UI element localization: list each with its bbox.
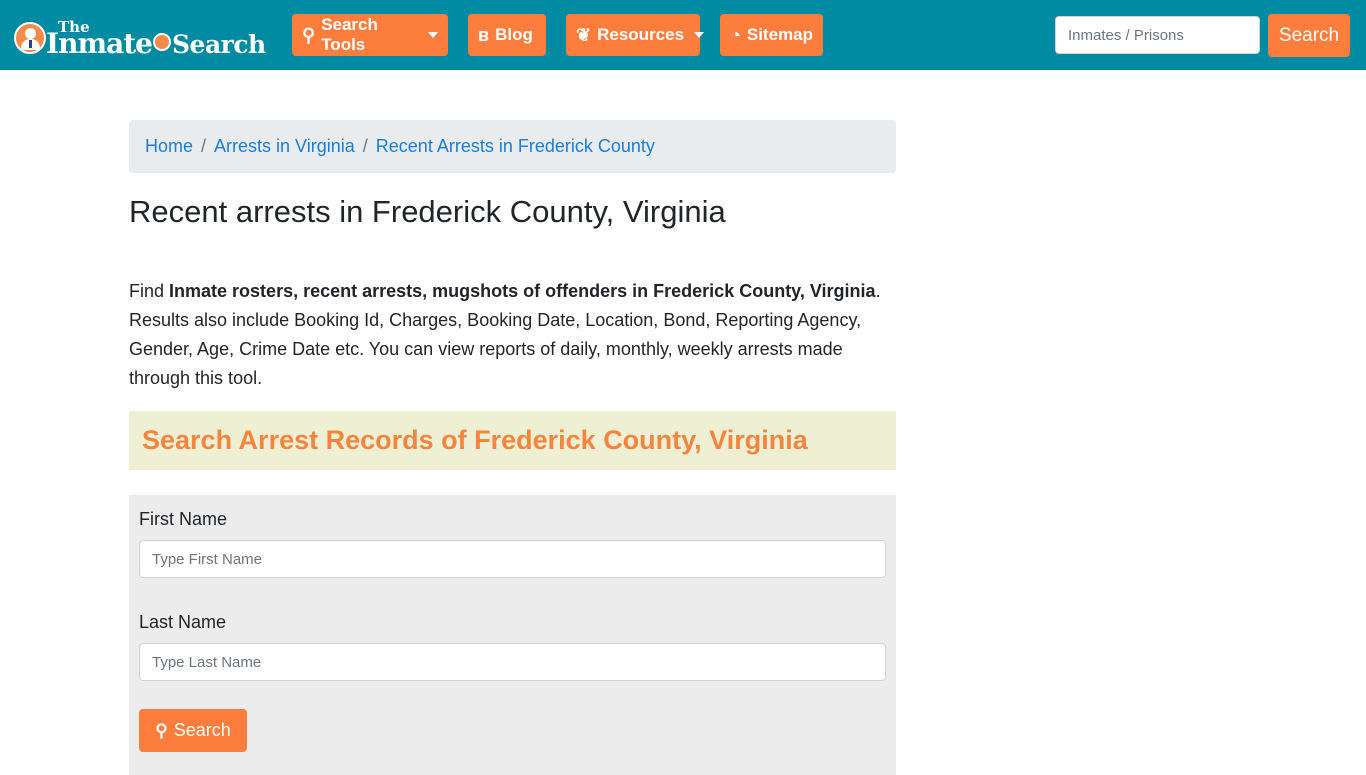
blog-icon: ʙ — [478, 24, 490, 45]
nav-resources[interactable]: ❦ Resources — [566, 14, 705, 56]
logo-search: Search — [171, 30, 266, 59]
caret-down-icon — [694, 32, 705, 38]
breadcrumb: Home / Arrests in Virginia / Recent Arre… — [129, 120, 896, 173]
first-name-label: First Name — [139, 509, 228, 530]
first-name-input[interactable] — [139, 540, 886, 579]
breadcrumb-separator: / — [201, 136, 207, 156]
caret-down-icon — [428, 32, 438, 38]
arrest-search-form: First Name Last Name ⚲ Search — [129, 495, 896, 775]
intro-paragraph: Find Inmate rosters, recent arrests, mug… — [129, 277, 896, 393]
nav-sitemap[interactable]: ◔ Sitemap — [720, 14, 823, 56]
breadcrumb-current[interactable]: Recent Arrests in Frederick County — [376, 136, 655, 157]
intro-prefix: Find — [129, 281, 170, 302]
search-icon: ⚲ — [302, 24, 316, 45]
main-content: Home / Arrests in Virginia / Recent Arre… — [129, 120, 896, 775]
search-submit-button[interactable]: ⚲ Search — [139, 709, 247, 753]
nav-blog[interactable]: ʙ Blog — [468, 14, 546, 56]
breadcrumb-arrests-virginia[interactable]: Arrests in Virginia — [214, 136, 355, 157]
inmate-avatar-icon — [14, 22, 46, 54]
nav-resources-label: Resources — [597, 25, 685, 44]
nav-blog-label: Blog — [495, 25, 533, 44]
page-title: Recent arrests in Frederick County, Virg… — [129, 194, 726, 229]
leaf-icon: ❦ — [576, 24, 592, 45]
logo-the: The — [58, 18, 90, 36]
nav-sitemap-label: Sitemap — [746, 25, 814, 44]
logo-text: The Inmate Search — [46, 20, 266, 59]
rss-icon: ◔ — [730, 24, 741, 45]
breadcrumb-separator: / — [362, 136, 368, 156]
search-submit-label: Search — [173, 720, 231, 741]
search-section-heading: Search Arrest Records of Frederick Count… — [129, 411, 896, 471]
top-search-input[interactable] — [1055, 16, 1260, 54]
navbar: The Inmate Search ⚲ Search Tools ʙ Blog ❦… — [0, 0, 1366, 70]
last-name-group: Last Name — [139, 612, 886, 682]
search-icon: ⚲ — [155, 720, 168, 740]
last-name-input[interactable] — [139, 643, 886, 682]
top-search-button[interactable]: Search — [1268, 14, 1350, 57]
intro-bold: Inmate rosters, recent arrests, mugshots… — [169, 281, 876, 302]
nav-search-tools[interactable]: ⚲ Search Tools — [292, 14, 448, 56]
last-name-label: Last Name — [139, 612, 227, 633]
breadcrumb-home[interactable]: Home — [145, 136, 193, 157]
nav-search-tools-label: Search Tools — [321, 15, 378, 54]
site-logo[interactable]: The Inmate Search — [14, 14, 266, 58]
magnifier-icon — [152, 33, 171, 51]
